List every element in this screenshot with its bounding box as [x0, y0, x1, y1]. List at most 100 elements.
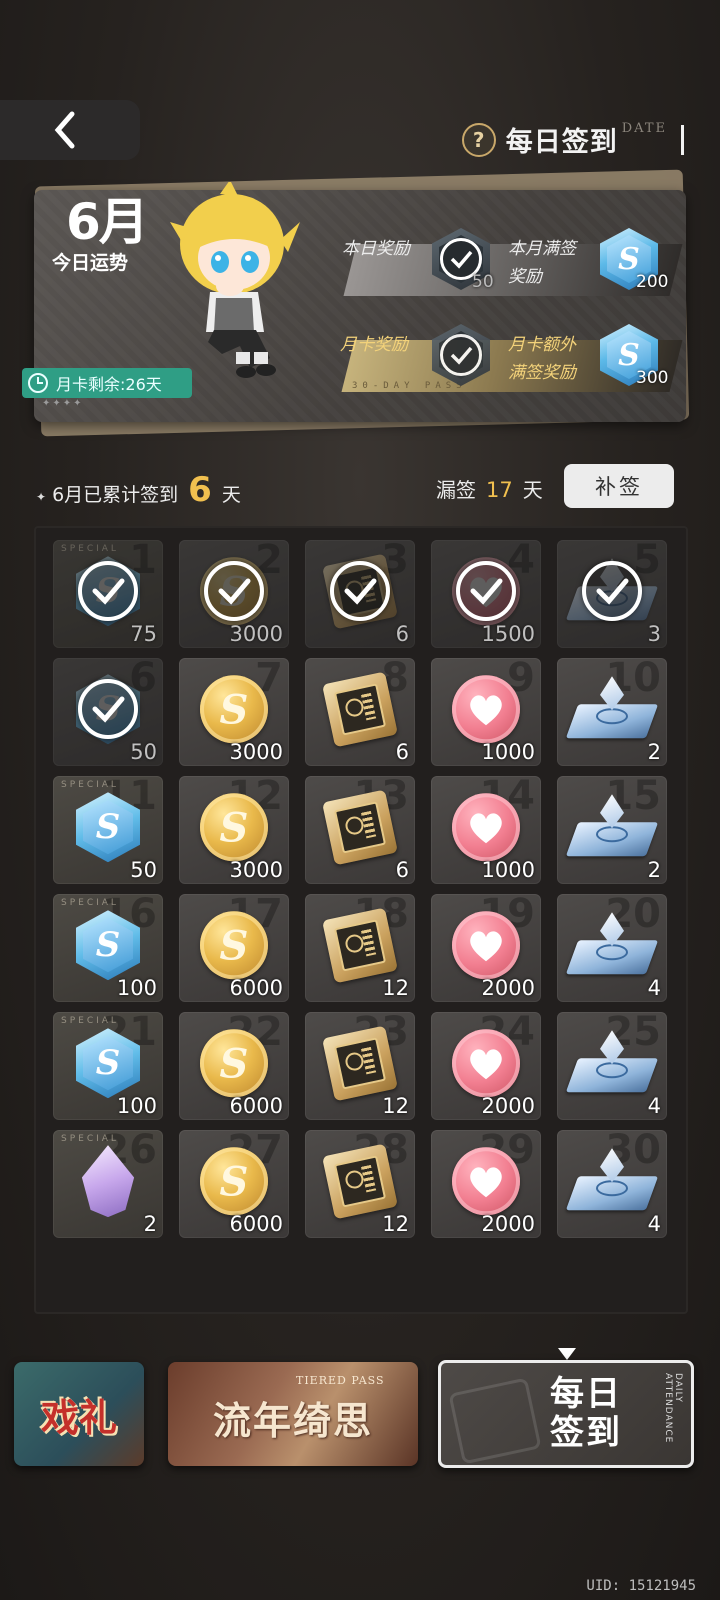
day-cell-24[interactable]: 24 2000 [431, 1012, 541, 1120]
signin-days: 6 [188, 470, 212, 510]
tab-tiered-pass-en: TIERED PASS [296, 1374, 385, 1387]
item-quantity: 12 [382, 1212, 409, 1236]
tab-daily-signin-line2: 签到 [550, 1413, 622, 1453]
day-cell-28[interactable]: 2812 [305, 1130, 415, 1238]
day-cell-16[interactable]: 16 SPECIAL S 100 [53, 894, 163, 1002]
day-cell-9[interactable]: 9 1000 [431, 658, 541, 766]
chip-icon [322, 671, 398, 748]
day-cell-5[interactable]: 53 [557, 540, 667, 648]
day-cell-7[interactable]: 7 S 3000 [179, 658, 289, 766]
item-quantity: 1000 [481, 858, 535, 882]
help-icon[interactable]: ? [461, 122, 496, 157]
hex-currency-icon: S [76, 1028, 140, 1099]
day-cell-26[interactable]: 26 SPECIAL 2 [53, 1130, 163, 1238]
sparkle-icon: ✦ [36, 490, 47, 504]
tab-daily-signin[interactable]: 每日 签到 DAILY ATTENDANCE [438, 1360, 694, 1468]
day-cell-22[interactable]: 22 S 6000 [179, 1012, 289, 1120]
special-tag: SPECIAL [61, 780, 119, 790]
rating-stars: ✦✦✦✦ [42, 398, 84, 409]
day-cell-18[interactable]: 1812 [305, 894, 415, 1002]
day-cell-20[interactable]: 20 4 [557, 894, 667, 1002]
item-quantity: 4 [647, 1212, 661, 1236]
chibi-character [170, 182, 300, 378]
monthly-card-badge: 月卡剩余:26天 [22, 368, 192, 398]
day-cell-10[interactable]: 10 2 [557, 658, 667, 766]
check-icon [456, 561, 516, 621]
day-cell-1[interactable]: 1 SPECIAL S 75 [53, 540, 163, 648]
chip-icon [322, 1143, 398, 1220]
missed-count: 漏签 17 天 [436, 474, 543, 503]
item-quantity: 6 [395, 740, 409, 764]
chip-icon [322, 907, 398, 984]
chip-icon [322, 1025, 398, 1102]
item-quantity: 12 [382, 1094, 409, 1118]
day-cell-29[interactable]: 29 2000 [431, 1130, 541, 1238]
day-cell-8[interactable]: 86 [305, 658, 415, 766]
coin-icon: S [200, 793, 268, 862]
item-quantity: 6 [395, 858, 409, 882]
day-cell-4[interactable]: 4 1500 [431, 540, 541, 648]
tab-daily-signin-line1: 每日 [550, 1373, 622, 1414]
check-icon [78, 679, 138, 739]
user-id: UID: 15121945 [586, 1578, 696, 1594]
month-full-label-1: 本月满签 [508, 239, 576, 259]
day-cell-12[interactable]: 12 S 3000 [179, 776, 289, 884]
day-cell-25[interactable]: 25 4 [557, 1012, 667, 1120]
item-quantity: 2000 [481, 1212, 535, 1236]
day-cell-27[interactable]: 27 S 6000 [179, 1130, 289, 1238]
crystal-pad-icon [565, 1146, 659, 1216]
item-quantity: 1500 [481, 622, 535, 646]
daily-reward-label: 本日奖励 [342, 239, 410, 259]
crystal-icon [81, 1145, 135, 1218]
back-button[interactable] [0, 100, 140, 160]
calendar-icon [448, 1377, 542, 1465]
item-quantity: 3000 [229, 622, 283, 646]
tab-daily-signin-vertical: DAILY ATTENDANCE [663, 1373, 683, 1444]
makeup-signin-button[interactable]: 补签 [564, 464, 674, 508]
day-cell-6[interactable]: 6 S 50 [53, 658, 163, 766]
hex-currency-icon: S [76, 792, 140, 863]
card-extra-label-2: 满签奖励 [508, 363, 576, 383]
item-quantity: 100 [116, 1094, 157, 1118]
day-cell-14[interactable]: 14 1000 [431, 776, 541, 884]
tab-tiered-pass[interactable]: TIERED PASS 流年绮思 [168, 1362, 418, 1466]
day-cell-11[interactable]: 11 SPECIAL S 50 [53, 776, 163, 884]
item-quantity: 100 [116, 976, 157, 1000]
day-cell-23[interactable]: 2312 [305, 1012, 415, 1120]
page-header: ? 每日签到 DATE [461, 120, 684, 159]
item-quantity: 4 [647, 1094, 661, 1118]
check-icon [204, 561, 264, 621]
day-cell-21[interactable]: 21 SPECIAL S 100 [53, 1012, 163, 1120]
check-icon [582, 561, 642, 621]
tab-gift[interactable]: 戏礼 [14, 1362, 144, 1466]
item-quantity: 3000 [229, 858, 283, 882]
hex-currency-icon: S [76, 910, 140, 981]
tab-tiered-pass-label: 流年绮思 [212, 1397, 373, 1443]
clock-icon [28, 373, 48, 393]
check-icon [440, 334, 482, 376]
title-divider [681, 124, 684, 155]
day-cell-15[interactable]: 15 2 [557, 776, 667, 884]
item-quantity: 12 [382, 976, 409, 1000]
month-full-qty: 200 [636, 272, 669, 292]
day-cell-19[interactable]: 19 2000 [431, 894, 541, 1002]
day-cell-17[interactable]: 17 S 6000 [179, 894, 289, 1002]
crystal-pad-icon [565, 674, 659, 744]
item-quantity: 2 [647, 858, 661, 882]
signin-count-label: 6月已累计签到 [52, 484, 179, 506]
special-tag: SPECIAL [61, 1016, 119, 1026]
item-quantity: 2 [143, 1212, 157, 1236]
day-cell-2[interactable]: 2 S 3000 [179, 540, 289, 648]
signin-count: ✦ 6月已累计签到 6 天 [36, 470, 241, 510]
crystal-pad-icon [565, 910, 659, 980]
card-extra-qty: 300 [636, 368, 669, 388]
day-cell-30[interactable]: 30 4 [557, 1130, 667, 1238]
day-cell-3[interactable]: 36 [305, 540, 415, 648]
missed-days-unit: 天 [522, 478, 543, 502]
crystal-pad-icon [565, 792, 659, 862]
item-quantity: 3000 [229, 740, 283, 764]
coin-icon: S [200, 1147, 268, 1216]
day-cell-13[interactable]: 136 [305, 776, 415, 884]
item-quantity: 6000 [229, 1094, 283, 1118]
fortune-label: 今日运势 [52, 252, 129, 274]
